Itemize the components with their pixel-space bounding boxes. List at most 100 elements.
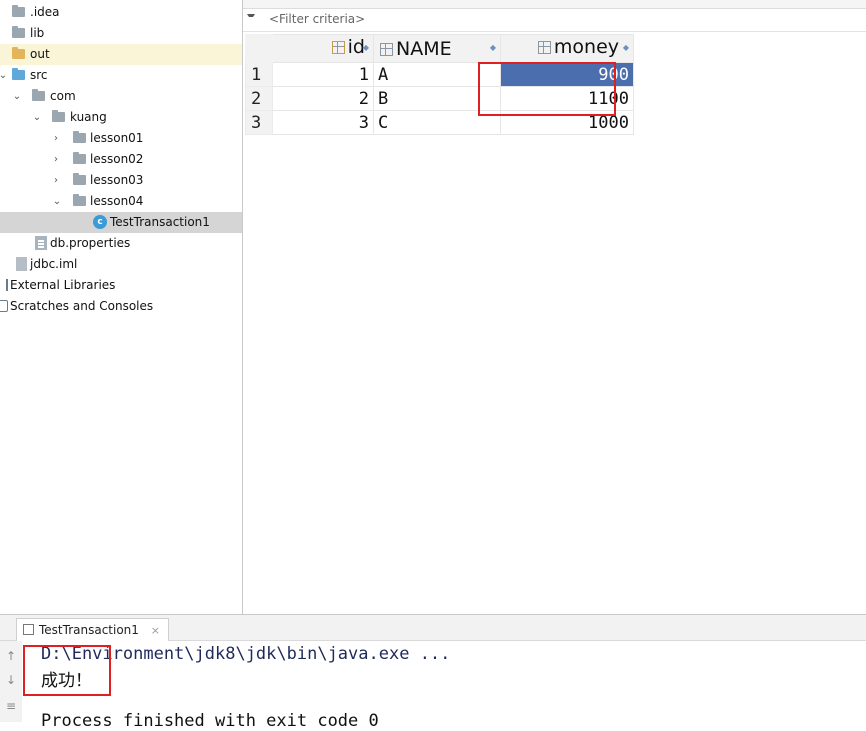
chevron-right-icon[interactable]: › [51,149,61,170]
tree-item-label: lib [30,26,45,40]
run-tab-label: TestTransaction1 [39,623,139,637]
table-column-icon [537,41,551,54]
up-arrow-icon[interactable]: ↑ [4,649,18,663]
chevron-right-icon[interactable]: › [51,128,61,149]
properties-file-icon [35,236,47,250]
sort-icon[interactable]: ◆ [490,43,496,52]
column-header-label: money [532,36,619,58]
chevron-down-icon[interactable]: ⌄ [52,191,62,212]
tree-item-label: TestTransaction1 [110,215,210,229]
table-editor: <Filter criteria> id ◆ NAME ◆ money ◆ 1 … [243,0,866,614]
cell-id[interactable]: 3 [272,110,374,135]
package-icon [73,131,86,143]
tree-item-label: lesson04 [90,194,144,208]
row-number[interactable]: 1 [245,62,273,87]
filter-bar[interactable]: <Filter criteria> [243,9,866,32]
close-icon[interactable]: × [151,624,160,637]
package-icon [73,194,86,206]
tree-item-jdbc-iml[interactable]: jdbc.iml [0,254,242,275]
cell-name[interactable]: B [373,86,501,111]
run-config-icon [23,624,34,635]
tree-item-label: lesson03 [90,173,144,187]
sort-icon[interactable]: ◆ [363,43,369,52]
key-column-icon [331,41,345,54]
java-class-icon: c [93,215,107,229]
libraries-icon [0,279,8,291]
folder-icon [12,26,25,38]
tree-item-label: Scratches and Consoles [10,299,154,313]
output-folder-icon [12,47,25,59]
package-icon [52,110,65,122]
filter-icon [247,14,255,23]
tree-item-label: External Libraries [10,278,116,292]
run-tab[interactable]: TestTransaction1 × [16,618,169,641]
tree-item-idea[interactable]: .idea [0,2,242,23]
table-row[interactable]: 1 1 A 900 [245,62,634,87]
tree-item-scratches[interactable]: Scratches and Consoles [0,296,242,317]
folder-icon [12,5,25,17]
tree-item-label: com [50,89,76,103]
tree-item-label: kuang [70,110,107,124]
table-row[interactable]: 3 3 C 1000 [245,110,634,135]
cell-name[interactable]: A [373,62,501,87]
column-name: NAME [396,37,452,60]
tree-item-lib[interactable]: lib [0,23,242,44]
iml-file-icon [16,257,27,271]
data-grid: id ◆ NAME ◆ money ◆ 1 1 A 900 2 2 B 1100… [245,34,634,135]
tree-item-label: src [30,68,48,82]
soft-wrap-icon[interactable]: ≡ [4,699,18,713]
tree-item-label: out [30,47,50,61]
chevron-right-icon[interactable]: › [51,170,61,191]
cell-id[interactable]: 1 [272,62,374,87]
cell-id[interactable]: 2 [272,86,374,111]
tree-item-out[interactable]: out [0,44,242,65]
package-icon [73,152,86,164]
column-header-label: id [326,36,365,58]
cell-money-selected[interactable]: 900 [500,62,634,87]
column-header-money[interactable]: money ◆ [500,34,634,63]
down-arrow-icon[interactable]: ↓ [4,673,18,687]
tree-item-src[interactable]: ⌄ src [0,65,242,86]
column-header-id[interactable]: id ◆ [272,34,374,63]
package-icon [73,173,86,185]
run-toolbar: ↑ ↓ ≡ [0,641,23,722]
chevron-down-icon[interactable]: ⌄ [12,86,22,107]
chevron-down-icon[interactable]: ⌄ [0,65,8,86]
grid-toolbar [243,0,866,9]
cell-money[interactable]: 1000 [500,110,634,135]
project-tree: .idea lib out ⌄ src ⌄ com ⌄ kuang › less… [0,0,243,614]
column-name: money [553,36,619,58]
tree-item-kuang[interactable]: ⌄ kuang [0,107,242,128]
chevron-down-icon[interactable]: ⌄ [32,107,42,128]
console-output[interactable]: D:\Environment\jdk8\jdk\bin\java.exe ...… [22,641,866,731]
table-row[interactable]: 2 2 B 1100 [245,86,634,111]
tree-item-label: lesson01 [90,131,144,145]
tree-item-lesson04[interactable]: ⌄ lesson04 [0,191,242,212]
console-command-line: D:\Environment\jdk8\jdk\bin\java.exe ... [41,644,451,664]
cell-money[interactable]: 1100 [500,86,634,111]
tree-item-external-libraries[interactable]: External Libraries [0,275,242,296]
row-number[interactable]: 3 [245,110,273,135]
tree-item-lesson03[interactable]: › lesson03 [0,170,242,191]
filter-input[interactable]: <Filter criteria> [269,12,365,26]
tree-item-com[interactable]: ⌄ com [0,86,242,107]
tree-item-label: db.properties [50,236,131,250]
row-header-corner [245,34,273,63]
source-folder-icon [12,68,25,80]
tree-item-label: jdbc.iml [30,257,78,271]
table-column-icon [380,42,393,56]
tree-item-testtransaction1[interactable]: c TestTransaction1 [0,212,242,233]
column-header-name[interactable]: NAME ◆ [373,34,501,63]
tree-item-lesson01[interactable]: › lesson01 [0,128,242,149]
console-exit-line: Process finished with exit code 0 [41,711,379,731]
tree-item-label: .idea [30,5,60,19]
cell-name[interactable]: C [373,110,501,135]
tree-item-lesson02[interactable]: › lesson02 [0,149,242,170]
tree-item-db-properties[interactable]: db.properties [0,233,242,254]
run-tool-window-tabs: TestTransaction1 × [0,614,866,641]
sort-icon[interactable]: ◆ [623,43,629,52]
package-icon [32,89,45,101]
console-output-line: 成功！ [41,671,92,691]
tree-item-label: lesson02 [90,152,144,166]
row-number[interactable]: 2 [245,86,273,111]
